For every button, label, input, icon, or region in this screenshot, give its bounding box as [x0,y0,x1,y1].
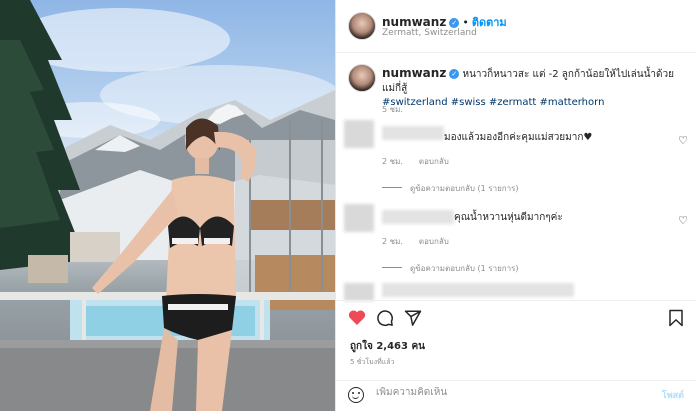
bookmark-icon[interactable] [668,309,684,327]
reply-button[interactable]: ตอบกลับ [419,237,449,246]
comment-meta: 2 ชม. ตอบกลับ [382,155,449,168]
caption-hashtags[interactable]: #switzerland #swiss #zermatt #matterhorn [382,97,604,108]
share-icon[interactable] [404,309,422,327]
caption: numwanz ✓ หนาวก็หนาวสะ แต่ -2 ลูกก้าน้อยใ… [382,66,682,110]
comment-time: 2 ชม. [382,237,403,246]
location-link[interactable]: Zermatt, Switzerland [382,28,477,38]
caption-time: 5 ชม. [382,105,403,114]
comment-blurred [382,283,574,297]
comment-meta: 2 ชม. ตอบกลับ [382,235,449,248]
action-bar [336,300,696,337]
verified-icon: ✓ [449,18,460,28]
post-photo[interactable] [0,0,335,411]
verified-icon: ✓ [449,69,460,79]
follow-button[interactable]: ติดตาม [472,16,507,29]
comment-time: 2 ชม. [382,157,403,166]
emoji-icon[interactable] [348,387,364,403]
comment-username-blurred [382,126,444,140]
view-replies[interactable]: ดูข้อความตอบกลับ (1 รายการ) [382,182,519,195]
photo-illustration [0,0,335,411]
replies-divider [382,187,402,188]
comment-text: มองแล้วมองอีกค่ะคุมแม่สวยมาก♥ [444,132,593,143]
caption-username[interactable]: numwanz [382,66,446,80]
view-replies[interactable]: ดูข้อความตอบกลับ (1 รายการ) [382,262,519,275]
comment-icon[interactable] [376,309,394,327]
heart-icon[interactable] [348,309,366,326]
instagram-post: numwanz ✓ • ติดตาม Zermatt, Switzerland num… [0,0,696,411]
likes-count[interactable]: ถูกใจ 2,463 คน [350,339,425,354]
comment-text: คุณน้ำหวานหุ่นดีมากๆค่ะ [454,212,563,223]
replies-divider [382,267,402,268]
comment-avatar[interactable] [344,283,374,301]
reply-button[interactable]: ตอบกลับ [419,157,449,166]
avatar[interactable] [348,12,376,40]
post-comment-button[interactable]: โพสต์ [662,388,684,402]
comment-avatar[interactable] [344,120,374,148]
post-header: numwanz ✓ • ติดตาม Zermatt, Switzerland [336,0,696,53]
post-side-panel: numwanz ✓ • ติดตาม Zermatt, Switzerland num… [335,0,696,411]
post-time-ago: 5 ชั่วโมงที่แล้ว [350,358,395,366]
view-replies-label[interactable]: ดูข้อความตอบกลับ (1 รายการ) [410,264,519,273]
comment-composer: โพสต์ [336,380,696,412]
comment-username-blurred [382,210,454,224]
caption-avatar[interactable] [348,64,376,92]
comment-avatar[interactable] [344,204,374,232]
view-replies-label[interactable]: ดูข้อความตอบกลับ (1 รายการ) [410,184,519,193]
heart-outline-icon[interactable]: ♡ [678,214,688,227]
heart-outline-icon[interactable]: ♡ [678,134,688,147]
username[interactable]: numwanz [382,15,446,29]
comment-input[interactable] [376,387,636,398]
